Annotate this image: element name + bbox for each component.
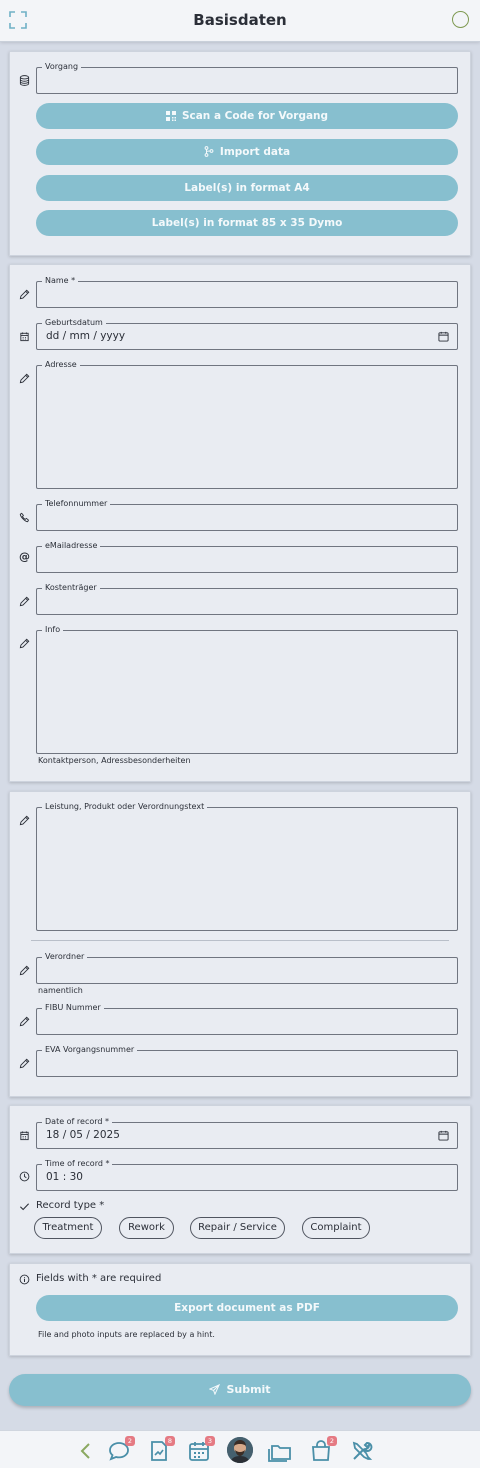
date-picker-icon[interactable] — [438, 331, 449, 342]
nav-documents[interactable]: 8 — [147, 1436, 175, 1463]
import-data-button[interactable]: Import data — [36, 139, 458, 165]
time-of-record-label: Time of record * — [42, 1158, 113, 1170]
leistung-label: Leistung, Produkt oder Verordnungstext — [42, 801, 208, 813]
tools-icon — [352, 1441, 373, 1460]
geburtsdatum-label: Geburtsdatum — [42, 317, 106, 329]
vorgang-label: Vorgang — [42, 61, 82, 73]
nav-calendar[interactable]: 3 — [187, 1436, 215, 1463]
geburtsdatum-value: dd / mm / yyyy — [46, 330, 126, 342]
back-chevron-icon[interactable] — [74, 1439, 98, 1463]
info-label: Info — [42, 624, 64, 636]
required-note: Fields with * are required — [36, 1273, 162, 1284]
time-of-record-value: 01 : 30 — [46, 1171, 83, 1183]
submit-button[interactable]: Submit — [9, 1374, 471, 1406]
time-of-record-input[interactable]: Time of record * 01 : 30 — [36, 1158, 458, 1191]
date-of-record-value: 18 / 05 / 2025 — [46, 1129, 120, 1141]
pencil-icon — [19, 965, 30, 976]
phone-icon — [19, 512, 30, 523]
bag-badge: 2 — [327, 1436, 337, 1446]
label-dymo-button[interactable]: Label(s) in format 85 x 35 Dymo — [36, 210, 458, 236]
telefon-input[interactable]: Telefonnummer — [36, 498, 458, 531]
kostentraeger-input[interactable]: Kostenträger — [36, 582, 458, 615]
nav-tools[interactable] — [350, 1439, 374, 1463]
nav-chat[interactable]: 2 — [107, 1436, 135, 1463]
nav-shopping-bag[interactable]: 2 — [309, 1436, 337, 1463]
folders-icon — [268, 1445, 291, 1462]
nav-folders[interactable] — [267, 1439, 293, 1463]
verordner-input[interactable]: Verordner — [36, 951, 458, 984]
export-pdf-button[interactable]: Export document as PDF — [36, 1295, 458, 1321]
database-icon — [19, 75, 30, 86]
pencil-icon — [19, 638, 30, 649]
label-a4-label: Label(s) in format A4 — [184, 182, 310, 194]
pencil-icon — [19, 596, 30, 607]
leistung-textarea[interactable]: Leistung, Produkt oder Verordnungstext — [36, 801, 458, 931]
adresse-textarea[interactable]: Adresse — [36, 359, 458, 489]
user-avatar-image — [227, 1437, 253, 1463]
status-circle-icon[interactable] — [452, 11, 469, 28]
pencil-icon — [19, 815, 30, 826]
user-avatar[interactable] — [227, 1437, 253, 1463]
top-header: Basisdaten — [0, 0, 480, 42]
fibu-input[interactable]: FIBU Nummer — [36, 1002, 458, 1035]
chip-complaint[interactable]: Complaint — [302, 1217, 370, 1239]
date-of-record-label: Date of record * — [42, 1116, 113, 1128]
eva-label: EVA Vorgangsnummer — [42, 1044, 138, 1056]
email-label: eMailadresse — [42, 540, 101, 552]
chip-rework[interactable]: Rework — [119, 1217, 174, 1239]
label-a4-button[interactable]: Label(s) in format A4 — [36, 175, 458, 201]
scan-code-label: Scan a Code for Vorgang — [181, 110, 329, 122]
page-title: Basisdaten — [193, 11, 287, 29]
eva-input[interactable]: EVA Vorgangsnummer — [36, 1044, 458, 1077]
import-data-label: Import data — [219, 146, 291, 158]
calendar-badge: 3 — [205, 1436, 215, 1446]
verordner-hint: namentlich — [38, 986, 83, 995]
name-label: Name * — [42, 275, 79, 287]
checkmark-icon — [19, 1203, 30, 1211]
chip-repair-service[interactable]: Repair / Service — [190, 1217, 285, 1239]
geburtsdatum-input[interactable]: Geburtsdatum dd / mm / yyyy — [36, 317, 458, 350]
date-picker-icon[interactable] — [438, 1130, 449, 1141]
telefon-label: Telefonnummer — [42, 498, 111, 510]
kostentraeger-label: Kostenträger — [42, 582, 100, 594]
email-input[interactable]: eMailadresse — [36, 540, 458, 573]
name-input[interactable]: Name * — [36, 275, 458, 308]
info-textarea[interactable]: Info — [36, 624, 458, 754]
send-icon — [209, 1383, 221, 1396]
info-hint: Kontaktperson, Adressbesonderheiten — [38, 756, 191, 765]
document-badge: 8 — [165, 1436, 175, 1446]
at-icon: @ — [19, 550, 30, 563]
date-of-record-input[interactable]: Date of record * 18 / 05 / 2025 — [36, 1116, 458, 1149]
scan-code-button[interactable]: Scan a Code for Vorgang — [36, 103, 458, 129]
pencil-icon — [19, 289, 30, 300]
chat-badge: 2 — [125, 1436, 135, 1446]
section-divider — [31, 940, 449, 941]
vorgang-input[interactable]: Vorgang — [36, 61, 458, 94]
pencil-icon — [19, 373, 30, 384]
qr-code-icon — [165, 111, 176, 121]
adresse-label: Adresse — [42, 359, 80, 371]
verordner-label: Verordner — [42, 951, 88, 963]
calendar-icon — [20, 332, 29, 342]
pencil-icon — [19, 1016, 30, 1027]
calendar-icon — [20, 1131, 29, 1141]
submit-label: Submit — [226, 1383, 271, 1396]
label-dymo-label: Label(s) in format 85 x 35 Dymo — [151, 217, 343, 229]
pencil-icon — [19, 1058, 30, 1069]
chip-treatment[interactable]: Treatment — [34, 1217, 102, 1239]
info-icon — [19, 1274, 30, 1285]
clock-icon — [19, 1171, 30, 1182]
fibu-label: FIBU Nummer — [42, 1002, 104, 1014]
branch-icon — [204, 146, 214, 157]
record-type-label: Record type * — [36, 1200, 105, 1211]
export-pdf-label: Export document as PDF — [174, 1302, 320, 1314]
export-hint: File and photo inputs are replaced by a … — [38, 1330, 215, 1339]
